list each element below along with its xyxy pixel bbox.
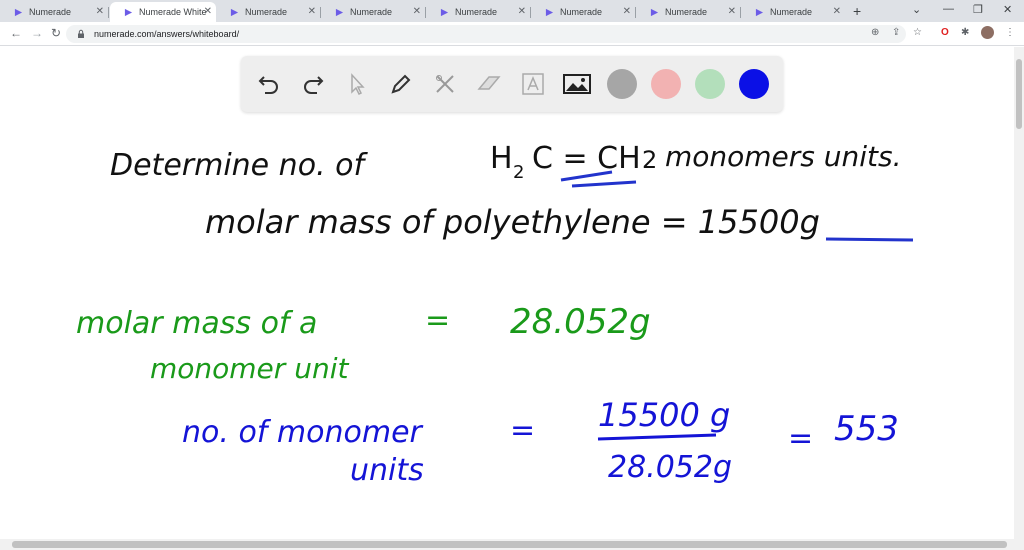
pen-button[interactable] [386,69,416,99]
formula-h: H [490,141,513,176]
fraction-bar [597,433,717,441]
redo-icon [304,76,324,94]
formula-subscript-b: 2 [642,146,657,174]
formula-subscript-a: 2 [513,162,524,183]
question-line-2: molar mass of polyethylene = 15500g [205,203,820,241]
answer-label-1: no. of monomer [182,415,424,450]
question-line-1-end: monomers units. [665,140,902,173]
underline-stroke [825,237,914,242]
image-button[interactable] [562,69,592,99]
color-swatch-green[interactable] [695,69,725,99]
undo-icon [258,76,278,94]
formula-c-eq-ch: C = CH [532,141,641,176]
vertical-scroll-thumb[interactable] [1016,59,1022,129]
eraser-icon [477,76,501,90]
horizontal-scroll-thumb[interactable] [12,541,1007,548]
select-icon [351,73,365,96]
tools-button[interactable] [430,69,460,99]
fraction-numerator: 15500 g [598,396,730,434]
given-label-1: molar mass of a [76,306,317,341]
underline-stroke [571,180,637,188]
undo-button[interactable] [254,69,284,99]
given-value: 28.052g [510,302,651,342]
image-icon [563,74,591,94]
text-icon [522,73,544,95]
select-button[interactable] [342,69,372,99]
color-swatch-gray[interactable] [607,69,637,99]
color-swatch-pink[interactable] [651,69,681,99]
eraser-button[interactable] [474,69,504,99]
fraction-denominator: 28.052g [608,450,732,485]
redo-button[interactable] [298,69,328,99]
answer-result: 553 [834,409,899,449]
answer-label-2: units [350,453,424,488]
vertical-scrollbar[interactable] [1014,47,1024,539]
answer-equals-1: = [510,413,535,448]
tools-icon [436,75,454,93]
color-swatch-blue[interactable] [739,69,769,99]
pen-icon [391,74,411,94]
given-label-2: monomer unit [150,352,349,385]
horizontal-scrollbar[interactable] [0,539,1024,550]
whiteboard-toolbar [241,56,783,112]
answer-equals-2: = [788,421,813,456]
given-equals: = [425,303,450,338]
text-button[interactable] [518,69,548,99]
question-line-1: Determine no. of [110,148,368,183]
